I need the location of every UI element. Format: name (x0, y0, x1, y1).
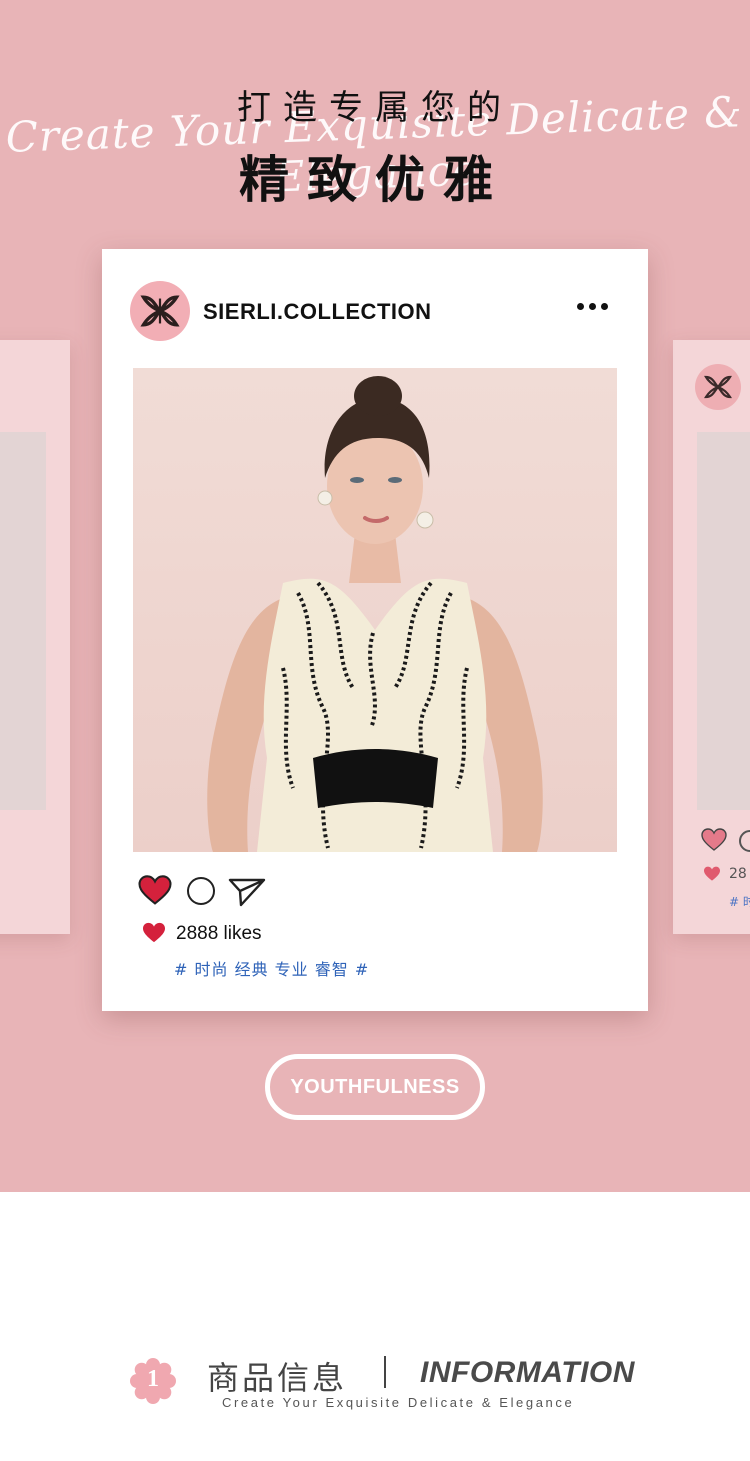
more-dots-icon[interactable] (577, 303, 608, 310)
sierli-monogram-logo (140, 295, 180, 327)
heart-icon (142, 922, 166, 948)
headline-line-2: 精致优雅 (239, 151, 511, 209)
comment-icon[interactable] (739, 830, 750, 852)
logo-icon (695, 364, 741, 410)
side-card-photo (697, 432, 750, 810)
headline-line-1: 打造专属您的 (237, 88, 513, 128)
heart-icon[interactable] (701, 828, 727, 856)
section-title-cn: 商品信息 (207, 1359, 348, 1397)
likes-count: 28 (729, 866, 747, 882)
section-title-en: INFORMATION (420, 1356, 635, 1389)
youthfulness-pill: YOUTHFULNESS (265, 1054, 485, 1120)
account-handle[interactable]: SIERLI.COLLECTION (203, 299, 432, 325)
heart-icon (703, 866, 721, 886)
hashtags: # 时 (729, 895, 750, 909)
hashtags[interactable]: # 时尚 经典 专业 睿智 # (174, 956, 369, 980)
avatar[interactable] (130, 281, 190, 341)
post-card: SIERLI.COLLECTION 2888 likes # 时尚 经典 专业 … (102, 249, 648, 1011)
side-card-photo (0, 432, 46, 810)
section-subtitle: Create Your Exquisite Delicate & Eleganc… (222, 1395, 575, 1410)
side-card-right: 28 # 时 (673, 340, 750, 934)
pill-label: YOUTHFULNESS (290, 1075, 460, 1098)
comment-icon[interactable] (187, 877, 215, 905)
side-card-left (0, 340, 70, 934)
hero-section: Create Your Exquisite Delicate & Eleganc… (0, 0, 750, 1192)
like-heart-icon[interactable] (138, 875, 172, 910)
likes-count[interactable]: 2888 likes (176, 923, 262, 945)
title-divider (384, 1356, 386, 1388)
section-number: 1 (147, 1366, 159, 1392)
send-icon[interactable] (228, 877, 266, 911)
post-photo (133, 368, 617, 852)
